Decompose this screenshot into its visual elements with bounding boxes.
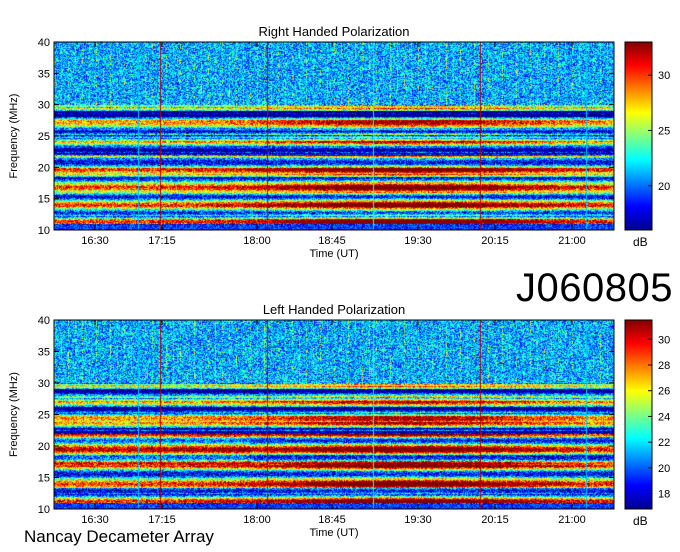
x-tick-label: 18:45: [318, 235, 346, 247]
x-axis-label: Time (UT): [309, 248, 358, 260]
x-tick-label: 18:45: [318, 514, 346, 526]
colorbar-tick-label: 22: [658, 437, 670, 449]
colorbar-tick-label: 24: [658, 411, 670, 423]
spectrogram-image: [54, 320, 614, 509]
x-axis-label: Time (UT): [309, 527, 358, 539]
colorbar-tick-label: 25: [658, 125, 670, 137]
x-tick-label: 18:00: [243, 514, 271, 526]
colorbar-unit-label: dB: [633, 235, 648, 249]
observation-id: J060805: [516, 266, 673, 310]
x-tick-label: 18:00: [243, 235, 271, 247]
x-tick-label: 21:00: [558, 235, 586, 247]
colorbar: [624, 319, 653, 510]
x-tick-label: 19:30: [404, 514, 432, 526]
x-tick-label: 17:15: [148, 514, 176, 526]
colorbar-unit-label: dB: [633, 514, 648, 528]
panel-title: Left Handed Polarization: [263, 302, 405, 317]
y-tick-label: 35: [38, 68, 50, 80]
y-tick-label: 20: [38, 441, 50, 453]
x-tick-label: 20:15: [481, 235, 509, 247]
panel-rhp: Right Handed Polarization 10 15 20 25 30 35 40 F…: [8, 24, 670, 260]
y-tick-label: 15: [38, 473, 50, 485]
y-axis-label: Frequency (MHz): [8, 372, 20, 457]
spectrogram-image: [54, 42, 614, 230]
y-tick-label: 35: [38, 347, 50, 359]
y-tick-label: 30: [38, 100, 50, 112]
y-tick-label: 40: [38, 315, 50, 327]
colorbar-tick-label: 30: [658, 70, 670, 82]
y-tick-label: 25: [38, 131, 50, 143]
y-tick-label: 30: [38, 378, 50, 390]
colorbar-tick-label: 20: [658, 181, 670, 193]
instrument-name: Nancay Decameter Array: [24, 527, 214, 546]
colorbar-tick-label: 30: [658, 334, 670, 346]
colorbar-tick-label: 18: [658, 489, 670, 501]
colorbar: [624, 41, 653, 231]
y-tick-label: 40: [38, 37, 50, 49]
x-tick-label: 16:30: [81, 514, 109, 526]
y-tick-label: 20: [38, 162, 50, 174]
x-tick-label: 16:30: [81, 235, 109, 247]
y-tick-label: 15: [38, 194, 50, 206]
y-axis-label: Frequency (MHz): [8, 94, 20, 179]
y-tick-label: 10: [38, 504, 50, 516]
colorbar-tick-label: 28: [658, 360, 670, 372]
x-tick-label: 19:30: [404, 235, 432, 247]
colorbar-tick-label: 26: [658, 386, 670, 398]
panel-lhp: Left Handed Polarization 10 15 20 25 30 35 40 Fr…: [8, 302, 670, 539]
x-tick-label: 20:15: [481, 514, 509, 526]
y-tick-label: 25: [38, 410, 50, 422]
x-tick-label: 17:15: [148, 235, 176, 247]
y-tick-label: 10: [38, 225, 50, 237]
x-tick-label: 21:00: [558, 514, 586, 526]
colorbar-tick-label: 20: [658, 463, 670, 475]
panel-title: Right Handed Polarization: [258, 24, 409, 39]
